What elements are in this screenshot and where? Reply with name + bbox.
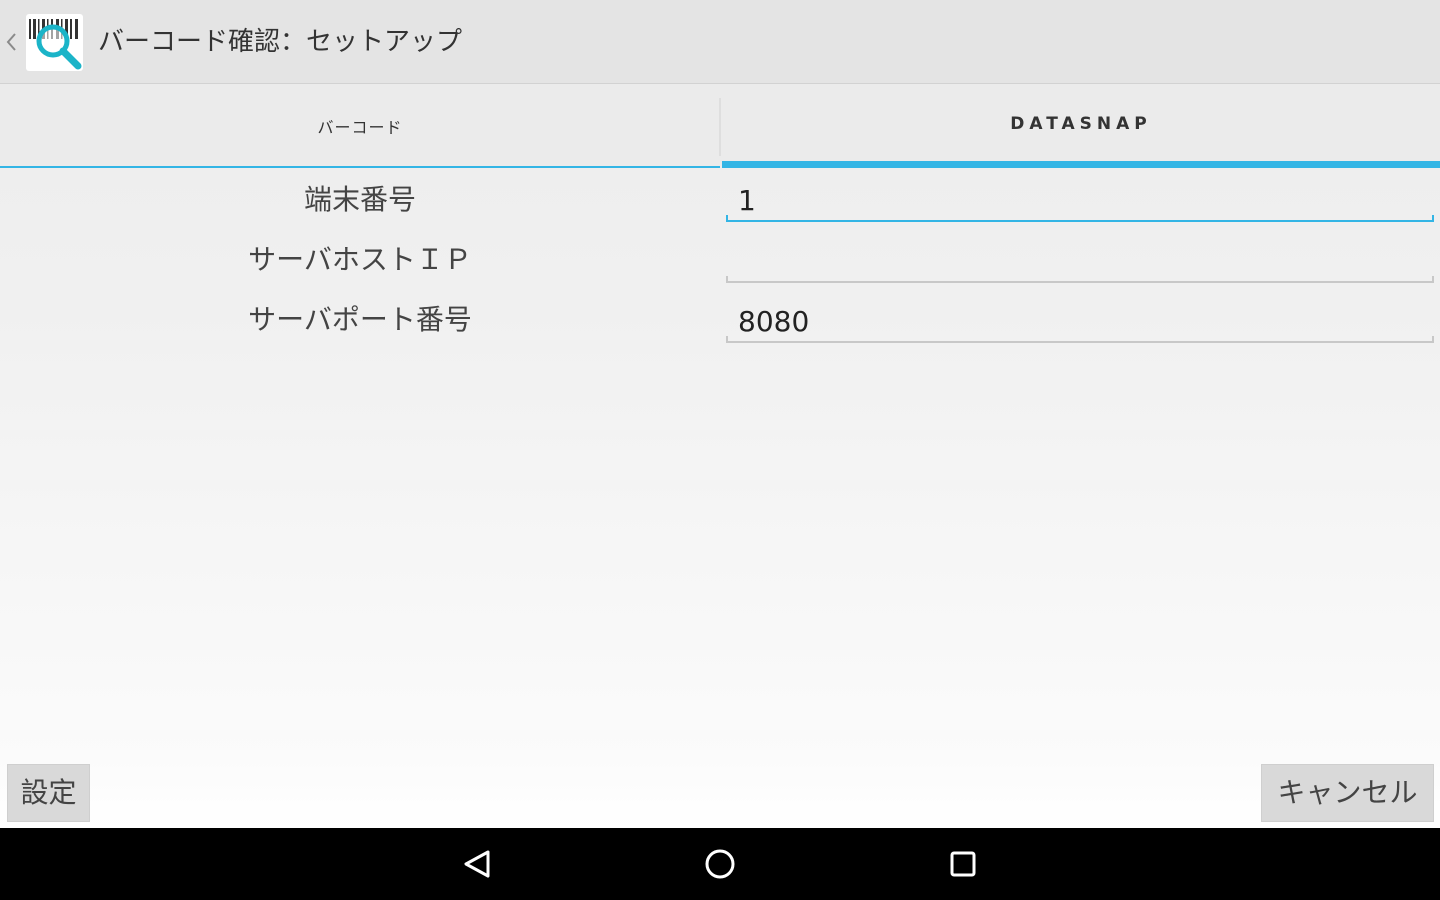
tab-bar: バーコード DATASNAP <box>0 84 1440 168</box>
field-tick-right <box>1432 336 1434 343</box>
cancel-button[interactable]: キャンセル <box>1261 764 1434 822</box>
field-tick-right <box>1432 276 1434 283</box>
action-bar: バーコード確認：セットアップ <box>0 0 1440 84</box>
recent-apps-square-icon[interactable] <box>941 842 985 886</box>
server-host-ip-input[interactable] <box>726 243 1434 279</box>
terminal-number-label: 端末番号 <box>303 183 416 216</box>
server-host-ip-label: サーバホストＩＰ <box>248 243 472 276</box>
app-title: バーコード確認：セットアップ <box>98 27 463 57</box>
settings-button[interactable]: 設定 <box>7 764 90 822</box>
field-underline <box>726 281 1434 283</box>
field-tick-left <box>726 215 728 222</box>
server-host-ip-field[interactable] <box>726 243 1434 283</box>
server-port-field[interactable] <box>726 303 1434 343</box>
terminal-number-field[interactable] <box>726 182 1434 222</box>
terminal-number-input[interactable] <box>726 182 1434 218</box>
tab-barcode-label: バーコード <box>317 118 403 137</box>
chevron-left-icon[interactable] <box>4 28 20 56</box>
field-tick-left <box>726 276 728 283</box>
tab-selected-indicator <box>722 161 1440 168</box>
server-port-input[interactable] <box>726 303 1434 339</box>
server-port-label: サーバポート番号 <box>248 303 472 336</box>
tab-datasnap[interactable]: DATASNAP <box>722 84 1440 168</box>
field-tick-left <box>726 336 728 343</box>
field-tick-right <box>1432 215 1434 222</box>
back-triangle-icon[interactable] <box>456 842 500 886</box>
field-underline <box>726 220 1434 222</box>
barcode-magnifier-icon[interactable] <box>26 14 83 71</box>
tab-barcode[interactable]: バーコード <box>0 84 720 168</box>
home-circle-icon[interactable] <box>698 842 742 886</box>
tab-datasnap-label: DATASNAP <box>1010 114 1152 134</box>
tab-divider <box>719 98 721 156</box>
system-nav-bar <box>0 828 1440 900</box>
field-underline <box>726 341 1434 343</box>
tab-underline <box>0 166 720 168</box>
